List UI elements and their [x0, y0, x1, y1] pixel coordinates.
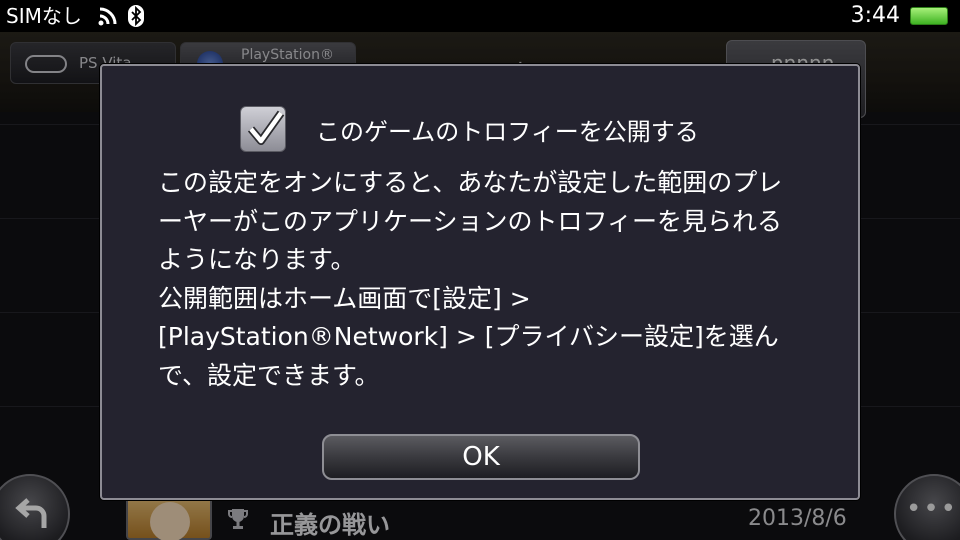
checkmark-icon [247, 110, 285, 145]
message-line: この設定をオンにすると、あなたが設定した範囲のプレ [158, 168, 783, 197]
message-line: 公開範囲はホーム画面で[設定] > [158, 283, 531, 313]
status-bar: SIMなし 3:44 [0, 0, 960, 32]
message-line: ーヤーがこのアプリケーションのトロフィーを見られる [158, 206, 783, 236]
publish-trophies-checkbox[interactable] [240, 106, 286, 152]
battery-icon [910, 7, 948, 25]
checkbox-label: このゲームのトロフィーを公開する [316, 118, 699, 146]
ok-button[interactable]: OK [322, 434, 640, 480]
trophy-visibility-dialog: このゲームのトロフィーを公開する この設定をオンにすると、あなたが設定した範囲の… [100, 64, 860, 500]
message-line: ようになります。 [158, 245, 356, 275]
carrier-label: SIMなし [6, 4, 82, 28]
dialog-message: この設定をオンにすると、あなたが設定した範囲のプレ ーヤーがこのアプリケーション… [158, 164, 818, 396]
bluetooth-icon [128, 5, 144, 27]
clock: 3:44 [850, 3, 900, 28]
message-line: で、設定できます。 [158, 360, 380, 390]
wifi-icon [98, 7, 117, 26]
ok-button-label: OK [462, 442, 500, 472]
message-line: [PlayStation®Network] > [プライバシー設定]を選ん [158, 322, 779, 352]
